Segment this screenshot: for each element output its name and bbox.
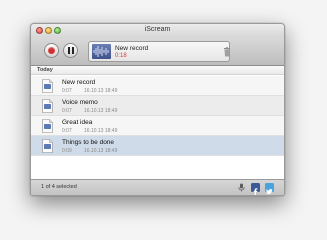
audio-file-icon (42, 99, 53, 113)
waveform-icon (92, 44, 111, 59)
item-date: 16.10.13 18:49 (84, 88, 118, 94)
item-date: 16.10.13 18:49 (84, 108, 118, 114)
record-button[interactable] (44, 43, 59, 58)
item-name: Things to be done (62, 139, 115, 146)
item-name: Great idea (62, 119, 93, 126)
item-name: New record (62, 79, 96, 86)
item-duration: 0:07 (62, 88, 72, 94)
item-duration: 0:07 (62, 108, 72, 114)
trash-icon[interactable] (222, 44, 232, 57)
recordings-list: Today New record 0:07 16.10.13 18:49 Voi… (31, 66, 284, 179)
twitter-icon[interactable] (265, 183, 274, 195)
status-bar: 1 of 4 selected (31, 179, 284, 195)
now-playing-name: New record (115, 45, 149, 52)
list-item[interactable]: Great idea 0:07 16.10.13 18:49 (31, 116, 284, 136)
pause-icon (67, 47, 74, 54)
item-duration: 0:07 (62, 128, 72, 134)
audio-file-icon (42, 119, 53, 133)
toolbar: New record 0:18 (31, 38, 284, 66)
item-duration: 0:09 (62, 148, 72, 154)
microphone-icon[interactable] (237, 183, 246, 192)
now-playing-time: 0:18 (115, 53, 127, 59)
now-playing-display: New record 0:18 (88, 41, 230, 62)
list-item[interactable]: Voice memo 0:07 16.10.13 18:49 (31, 96, 284, 116)
title-bar[interactable]: iScream (31, 24, 284, 38)
pause-button[interactable] (63, 43, 78, 58)
list-item[interactable]: New record 0:07 16.10.13 18:49 (31, 76, 284, 96)
item-date: 16.10.13 18:49 (84, 128, 118, 134)
audio-file-icon (42, 139, 53, 153)
facebook-icon[interactable] (251, 183, 260, 195)
window-title: iScream (144, 26, 171, 33)
list-item-selected[interactable]: Things to be done 0:09 16.10.13 18:49 (31, 136, 284, 156)
app-window: iScream New record 0:18 Today New record… (30, 23, 285, 196)
item-name: Voice memo (62, 99, 98, 106)
selection-count: 1 of 4 selected (41, 184, 77, 190)
audio-file-icon (42, 79, 53, 93)
section-header: Today (31, 66, 284, 75)
record-icon (48, 47, 55, 54)
item-date: 16.10.13 18:49 (84, 148, 118, 154)
